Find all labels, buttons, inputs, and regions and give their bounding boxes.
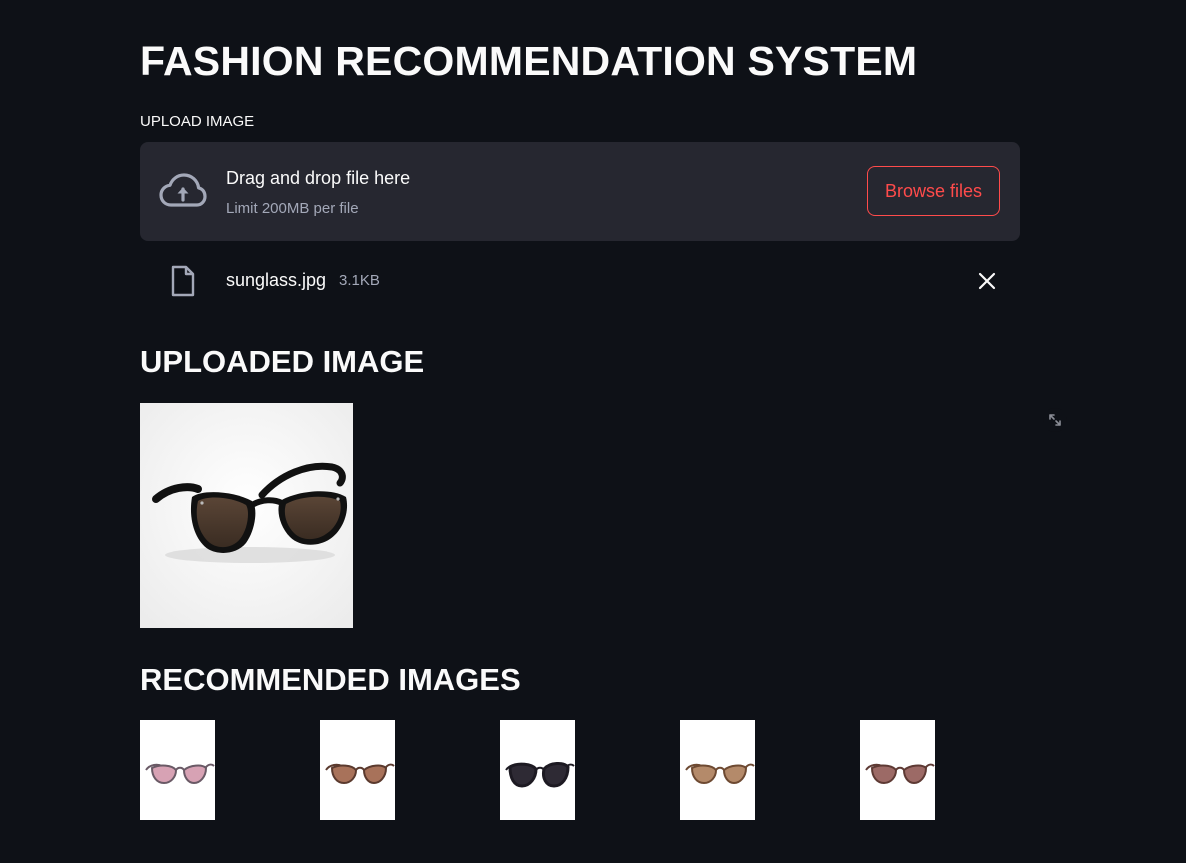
fullscreen-button[interactable] xyxy=(1043,408,1067,432)
sunglasses-image xyxy=(865,763,935,785)
lens-left xyxy=(330,764,358,785)
dropzone-limit: Limit 200MB per file xyxy=(226,200,359,217)
bridge xyxy=(715,766,725,771)
recommended-images-heading: RECOMMENDED IMAGES xyxy=(140,662,521,697)
temple-right xyxy=(745,763,755,768)
temple-right xyxy=(565,763,575,768)
file-icon xyxy=(171,265,195,297)
temple-right xyxy=(385,763,395,768)
cloud-upload-icon xyxy=(159,173,207,207)
lens-left xyxy=(508,762,538,788)
upload-label: UPLOAD IMAGE xyxy=(140,113,255,130)
dropzone-instructions: Drag and drop file here xyxy=(226,168,411,188)
lens-right xyxy=(542,762,570,788)
uploaded-file-name: sunglass.jpg xyxy=(226,270,327,290)
lens-left xyxy=(870,764,898,785)
uploaded-image xyxy=(140,403,353,628)
recommended-image-5 xyxy=(860,720,935,820)
expand-icon xyxy=(1049,414,1061,426)
lens-right xyxy=(902,764,928,785)
temple-right xyxy=(925,763,935,768)
uploaded-file-size: 3.1KB xyxy=(339,272,380,289)
uploaded-file-row: sunglass.jpg 3.1KB xyxy=(140,258,1020,302)
lens-right xyxy=(722,764,748,785)
bridge xyxy=(895,766,905,771)
page-title: FASHION RECOMMENDATION SYSTEM xyxy=(140,38,918,84)
close-icon[interactable] xyxy=(976,270,998,292)
recommended-image-1 xyxy=(140,720,215,820)
recommended-image-3 xyxy=(500,720,575,820)
lens-left xyxy=(690,764,718,785)
sunglasses-image xyxy=(145,763,215,785)
app-main: FASHION RECOMMENDATION SYSTEM UPLOAD IMA… xyxy=(0,0,1186,863)
file-dropzone[interactable]: Drag and drop file here Limit 200MB per … xyxy=(140,142,1020,241)
bridge xyxy=(355,766,365,771)
uploaded-image-heading: UPLOADED IMAGE xyxy=(140,344,425,379)
sunglasses-image xyxy=(685,763,755,785)
browse-files-button[interactable]: Browse files xyxy=(867,166,1000,216)
sunglasses-image xyxy=(325,763,395,785)
sunglasses-image xyxy=(505,762,575,788)
lens-right xyxy=(182,764,208,785)
temple-right xyxy=(205,763,215,768)
lens-right xyxy=(362,764,388,785)
bridge xyxy=(175,766,185,771)
lens-left xyxy=(150,764,178,785)
recommended-image-2 xyxy=(320,720,395,820)
sunglasses-image xyxy=(140,403,353,628)
recommended-image-4 xyxy=(680,720,755,820)
